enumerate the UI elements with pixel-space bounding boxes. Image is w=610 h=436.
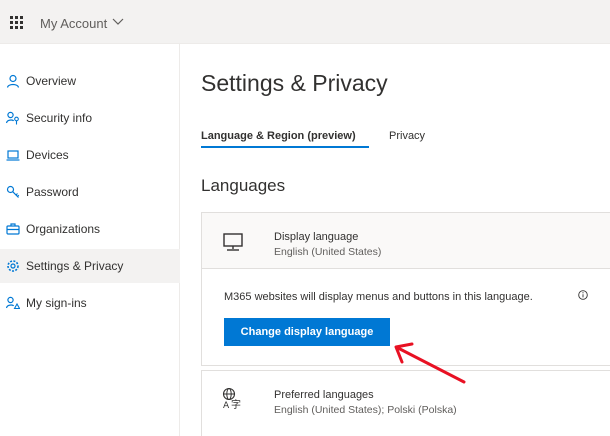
svg-text:字: 字 bbox=[231, 398, 241, 409]
monitor-icon bbox=[223, 233, 243, 251]
waffle-icon[interactable] bbox=[10, 16, 24, 29]
sidebar-item-label: Devices bbox=[26, 148, 69, 162]
display-language-value: English (United States) bbox=[274, 246, 382, 258]
display-language-title: Display language bbox=[274, 231, 359, 243]
sidebar-item-label: Overview bbox=[26, 74, 77, 88]
sidebar-item-security-info[interactable]: Security info bbox=[0, 101, 180, 135]
page-title: Settings & Privacy bbox=[201, 70, 388, 96]
laptop-icon bbox=[6, 150, 20, 161]
top-bar: My Account bbox=[0, 0, 610, 44]
sidebar-item-password[interactable]: Password bbox=[0, 175, 180, 209]
sidebar-item-overview[interactable]: Overview bbox=[0, 64, 180, 98]
sidebar-item-label: Password bbox=[26, 185, 79, 199]
sidebar-item-label: Security info bbox=[26, 111, 93, 125]
language-icon: A 字 bbox=[222, 387, 241, 409]
preferred-languages-value: English (United States); Polski (Polska) bbox=[274, 404, 457, 416]
key-person-icon bbox=[6, 111, 19, 125]
sidebar-item-label: Settings & Privacy bbox=[26, 259, 124, 273]
section-title: Languages bbox=[201, 176, 286, 195]
annotation-arrow bbox=[394, 342, 466, 384]
chevron-down-icon[interactable] bbox=[111, 14, 125, 28]
svg-text:A: A bbox=[223, 401, 230, 409]
preferred-languages-title: Preferred languages bbox=[274, 389, 374, 401]
change-display-language-button[interactable]: Change display language bbox=[224, 318, 390, 346]
sidebar-item-organizations[interactable]: Organizations bbox=[0, 212, 180, 246]
display-language-header[interactable]: Display language English (United States) bbox=[202, 213, 610, 269]
sidebar-item-label: My sign-ins bbox=[26, 296, 87, 310]
person-icon bbox=[6, 74, 20, 88]
active-tab-indicator bbox=[201, 146, 369, 148]
tab-language-region[interactable]: Language & Region (preview) bbox=[201, 130, 356, 142]
tab-privacy[interactable]: Privacy bbox=[389, 130, 425, 142]
sidebar: Overview Security info Devices Password … bbox=[0, 44, 180, 436]
sidebar-item-my-sign-ins[interactable]: My sign-ins bbox=[0, 286, 180, 320]
display-language-description: M365 websites will display menus and but… bbox=[224, 291, 533, 303]
briefcase-icon bbox=[6, 223, 20, 235]
sidebar-item-devices[interactable]: Devices bbox=[0, 138, 180, 172]
sidebar-item-label: Organizations bbox=[26, 222, 101, 236]
sign-ins-icon bbox=[6, 296, 20, 310]
key-icon bbox=[6, 185, 20, 198]
info-icon[interactable] bbox=[578, 290, 588, 300]
gear-icon bbox=[7, 260, 19, 272]
sidebar-item-settings-privacy[interactable]: Settings & Privacy bbox=[0, 249, 180, 283]
app-name[interactable]: My Account bbox=[40, 16, 107, 31]
